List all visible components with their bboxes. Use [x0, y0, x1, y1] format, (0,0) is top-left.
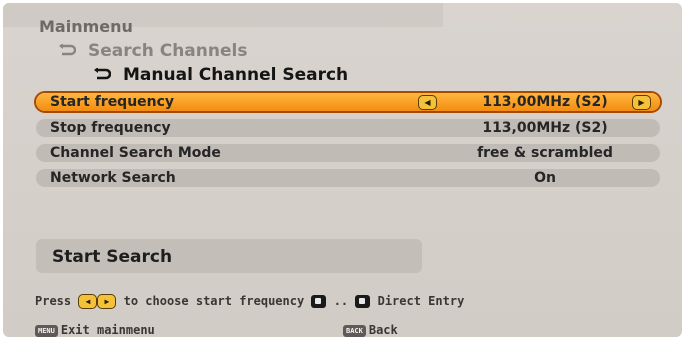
footer-exit-label: Exit mainmenu [60, 323, 155, 337]
help-line: Press ◀ ▶ to choose start frequency .. Di… [35, 294, 464, 309]
start-search-label: Start Search [52, 247, 173, 267]
start-search-button[interactable]: Start Search [36, 239, 422, 273]
right-arrow-key-icon: ▶ [97, 294, 117, 309]
row-value: free & scrambled [477, 145, 613, 161]
row-channel-search-mode[interactable]: Channel Search Mode free & scrambled [36, 144, 660, 162]
row-value: 113,00MHz (S2) [482, 94, 608, 110]
curved-arrow-icon [56, 41, 78, 61]
left-arrow-key-icon[interactable]: ◀ [418, 95, 437, 110]
breadcrumb-main: Mainmenu [39, 17, 133, 36]
digit-key-icon [355, 295, 371, 308]
row-start-frequency[interactable]: Start frequency ◀ 113,00MHz (S2) ▶ [36, 93, 660, 111]
curved-arrow-icon [91, 65, 113, 85]
help-range-separator: .. [333, 294, 349, 308]
help-direct-entry: Direct Entry [377, 294, 465, 308]
footer-exit[interactable]: MENU Exit mainmenu [35, 323, 155, 337]
row-label: Channel Search Mode [50, 145, 221, 161]
page-title-label: Manual Channel Search [123, 65, 349, 85]
row-label: Start frequency [50, 94, 175, 110]
help-choose-text: to choose start frequency [123, 294, 305, 308]
row-network-search[interactable]: Network Search On [36, 169, 660, 187]
row-value: 113,00MHz (S2) [482, 120, 608, 136]
screen: Mainmenu Search Channels Manual Channel … [3, 3, 682, 337]
right-arrow-key-icon[interactable]: ▶ [632, 95, 651, 110]
back-key-icon: BACK [343, 324, 366, 337]
row-label: Stop frequency [50, 120, 171, 136]
breadcrumb-sub: Search Channels [56, 41, 247, 61]
menu-key-icon: MENU [35, 324, 58, 337]
footer-back-label: Back [368, 323, 398, 337]
help-press: Press [35, 294, 72, 308]
row-value: On [534, 170, 556, 186]
page-title: Manual Channel Search [91, 65, 348, 85]
row-stop-frequency[interactable]: Stop frequency 113,00MHz (S2) [36, 119, 660, 137]
left-arrow-key-icon: ◀ [78, 294, 98, 309]
breadcrumb-sub-label: Search Channels [88, 41, 248, 61]
digit-key-icon [311, 295, 327, 308]
footer-back[interactable]: BACK Back [343, 323, 398, 337]
row-label: Network Search [50, 170, 176, 186]
